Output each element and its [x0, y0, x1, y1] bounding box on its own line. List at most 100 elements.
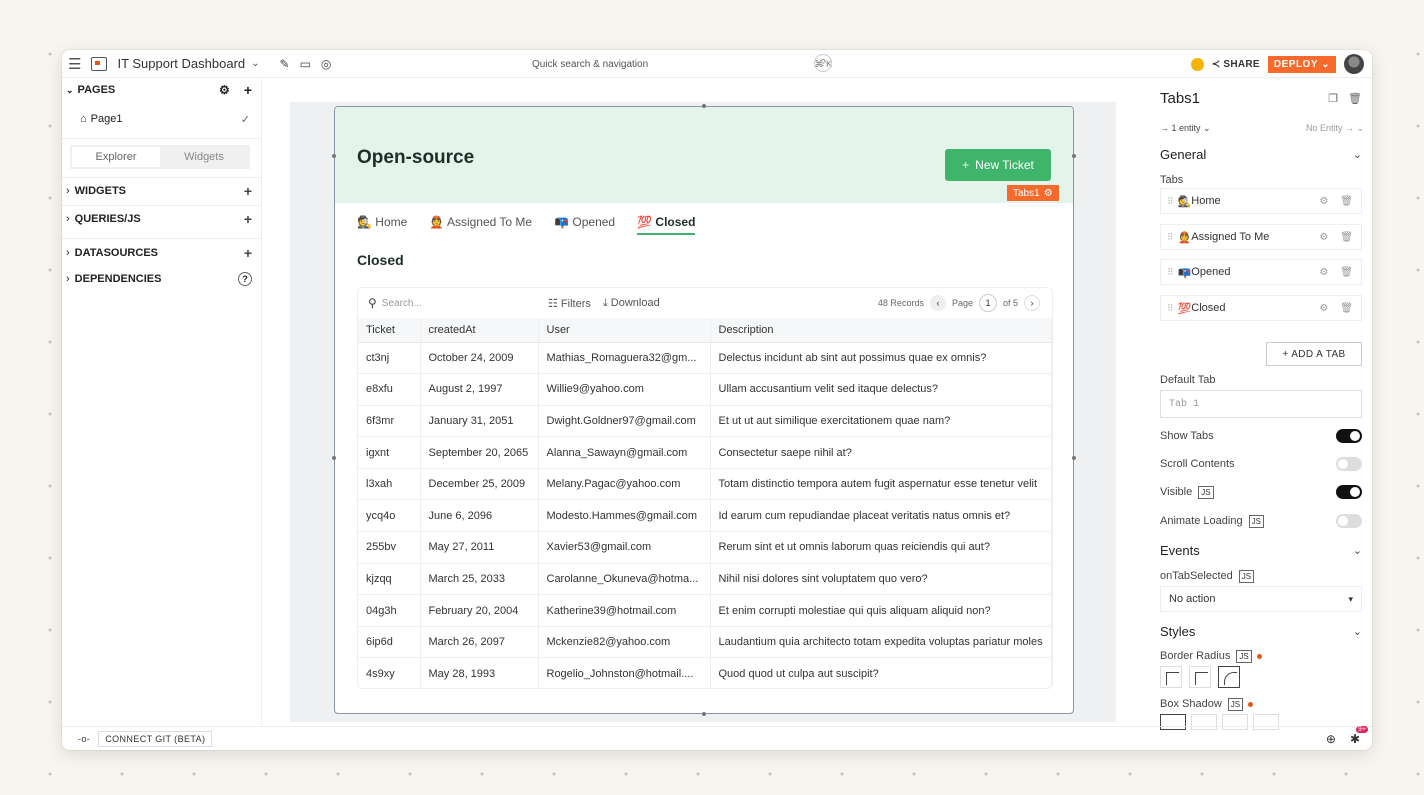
tab-item-home[interactable]: ⠿ 🕵 Home ⚙ 🗑 — [1160, 188, 1362, 214]
settings-icon[interactable]: ⚙ — [219, 83, 230, 97]
help-circle-icon[interactable]: ? — [238, 272, 252, 286]
resize-handle[interactable] — [1072, 456, 1076, 460]
description-cell[interactable]: Rerum sint et ut omnis laborum quas reic… — [710, 531, 1052, 564]
hamburger-menu-icon[interactable]: ☰ — [68, 55, 81, 73]
description-cell[interactable]: Laudantium quia architecto totam expedit… — [710, 626, 1052, 659]
table-row[interactable]: kjzqq March 25, 2033 Carolanne_Okuneva@hot… — [358, 563, 1052, 596]
share-button[interactable]: ≺ SHARE — [1212, 59, 1260, 70]
user-cell[interactable]: Modesto.Hammes@gmail.com — [538, 499, 711, 533]
js-toggle[interactable]: JS — [1236, 650, 1252, 663]
add-datasource-icon[interactable]: + — [244, 245, 252, 261]
preview-eye-icon[interactable]: ◎ — [321, 57, 331, 71]
tab-item-assigned-to-me[interactable]: ⠿ 👲 Assigned To Me ⚙ 🗑 — [1160, 224, 1362, 250]
resize-handle[interactable] — [332, 154, 336, 158]
column-header[interactable]: Ticket — [358, 318, 421, 343]
created-at-cell[interactable]: February 20, 2004 — [420, 594, 539, 627]
table-row[interactable]: l3xah December 25, 2009 Melany.Pagac@yahoo… — [358, 468, 1052, 501]
show-tabs-toggle[interactable] — [1336, 429, 1362, 443]
page-item-page1[interactable]: ⌂ Page1 ✓ — [62, 110, 262, 128]
user-cell[interactable]: Xavier53@gmail.com — [538, 531, 711, 564]
trash-icon[interactable]: 🗑 — [1340, 267, 1353, 278]
table-row[interactable]: ycq4o June 6, 2096 Modesto.Hammes@gmail.co… — [358, 499, 1052, 533]
drag-handle-icon[interactable]: ⠿ — [1167, 196, 1174, 207]
chevron-down-icon[interactable]: ⌄ — [251, 58, 259, 69]
sidebar-section-dependencies[interactable]: › DEPENDENCIES ? — [62, 271, 262, 287]
sidebar-section-widgets[interactable]: › WIDGETS + — [62, 183, 262, 199]
created-at-cell[interactable]: January 31, 2051 — [420, 405, 539, 438]
description-cell[interactable]: Et enim corrupti molestiae qui quis aliq… — [710, 594, 1052, 627]
connect-git-button[interactable]: -o- CONNECT GIT (BETA) — [78, 730, 213, 747]
user-cell[interactable]: Mckenzie82@yahoo.com — [538, 626, 711, 659]
table-search-input[interactable]: ⚲ Search... — [368, 296, 528, 310]
widget-name-title[interactable]: Tabs1 — [1160, 90, 1200, 107]
description-cell[interactable]: Id earum cum repudiandae placeat veritat… — [710, 499, 1052, 533]
events-section-header[interactable]: Events — [1160, 543, 1200, 558]
description-cell[interactable]: Et ut ut aut similique exercitationem qu… — [710, 405, 1052, 438]
resize-handle[interactable] — [702, 104, 706, 108]
tab-assigned-to-me[interactable]: 👲 Assigned To Me — [429, 215, 532, 235]
ticket-cell[interactable]: igxnt — [358, 436, 421, 469]
quick-search-input[interactable]: Quick search & navigation ⌘ K — [532, 55, 832, 73]
prev-page-icon[interactable]: ‹ — [929, 295, 946, 311]
trash-icon[interactable]: 🗑 — [1340, 303, 1353, 314]
radius-rounded-icon[interactable] — [1218, 666, 1241, 688]
add-widget-icon[interactable]: + — [244, 183, 252, 199]
table-row[interactable]: ct3nj October 24, 2009 Mathias_Romaguera32… — [358, 342, 1052, 375]
tab-explorer[interactable]: Explorer — [72, 147, 160, 167]
resize-handle[interactable] — [332, 456, 336, 460]
chevron-down-icon[interactable]: ⌄ — [1353, 625, 1362, 638]
scroll-contents-toggle[interactable] — [1336, 457, 1362, 471]
trash-icon[interactable]: 🗑 — [1340, 232, 1353, 243]
column-header[interactable]: Description — [710, 318, 1052, 343]
tab-item-closed[interactable]: ⠿ 💯 Closed ⚙ 🗑 — [1160, 295, 1362, 321]
add-page-icon[interactable]: + — [244, 82, 252, 98]
sidebar-section-queries[interactable]: › QUERIES/JS + — [62, 211, 262, 227]
entity-link[interactable]: → 1 entity ⌄ — [1160, 123, 1211, 134]
resize-handle[interactable] — [702, 712, 706, 716]
user-cell[interactable]: Dwight.Goldner97@gmail.com — [538, 405, 711, 438]
ticket-cell[interactable]: kjzqq — [358, 563, 421, 596]
chevron-down-icon[interactable]: ⌄ — [1353, 148, 1362, 161]
styles-section-header[interactable]: Styles — [1160, 624, 1195, 639]
chevron-down-icon[interactable]: ⌄ — [1353, 544, 1362, 557]
default-tab-input[interactable]: Tab 1 — [1160, 390, 1362, 418]
tab-closed[interactable]: 💯 Closed — [637, 215, 696, 235]
deploy-button[interactable]: DEPLOY ⌄ — [1267, 55, 1336, 73]
widget-name-tag[interactable]: Tabs1 ⚙ — [1007, 185, 1059, 201]
download-button[interactable]: ⤓ Download — [603, 297, 660, 310]
copy-icon[interactable]: ❐ — [1328, 92, 1338, 105]
page-number-input[interactable]: 1 — [978, 294, 997, 312]
user-cell[interactable]: Katherine39@hotmail.com — [538, 594, 711, 627]
description-cell[interactable]: Totam distinctio tempora autem fugit asp… — [710, 468, 1052, 501]
ticket-cell[interactable]: ct3nj — [358, 342, 421, 375]
radius-medium-icon[interactable] — [1189, 666, 1212, 688]
drag-handle-icon[interactable]: ⠿ — [1167, 267, 1174, 278]
settings-icon[interactable]: ⚙ — [1319, 232, 1328, 243]
ticket-cell[interactable]: l3xah — [358, 468, 421, 501]
drag-handle-icon[interactable]: ⠿ — [1167, 232, 1174, 243]
created-at-cell[interactable]: March 26, 2097 — [420, 626, 539, 659]
user-cell[interactable]: Alanna_Sawayn@gmail.com — [538, 436, 711, 469]
js-toggle[interactable]: JS — [1238, 570, 1255, 583]
user-cell[interactable]: Carolanne_Okuneva@hotma... — [538, 563, 711, 596]
description-cell[interactable]: Delectus incidunt ab sint aut possimus q… — [710, 342, 1052, 375]
ticket-cell[interactable]: 6f3mr — [358, 405, 421, 438]
animate-loading-toggle[interactable] — [1336, 514, 1362, 528]
tab-widgets[interactable]: Widgets — [160, 147, 248, 167]
user-cell[interactable]: Willie9@yahoo.com — [538, 373, 711, 406]
tab-item-opened[interactable]: ⠿ 📭 Opened ⚙ 🗑 — [1160, 259, 1362, 285]
created-at-cell[interactable]: March 25, 2033 — [420, 563, 539, 596]
user-cell[interactable]: Rogelio_Johnston@hotmail.... — [538, 657, 711, 688]
add-tab-button[interactable]: + ADD A TAB — [1266, 342, 1362, 366]
table-row[interactable]: e8xfu August 2, 1997 Willie9@yahoo.com Ulla… — [358, 373, 1052, 406]
settings-icon[interactable]: ⚙ — [1319, 303, 1328, 314]
created-at-cell[interactable]: August 2, 1997 — [420, 373, 539, 406]
ticket-cell[interactable]: 255bv — [358, 531, 421, 564]
drag-handle-icon[interactable]: ⠿ — [1167, 303, 1174, 314]
description-cell[interactable]: Ullam accusantium velit sed itaque delec… — [710, 373, 1052, 406]
new-ticket-button[interactable]: + New Ticket — [945, 149, 1051, 181]
next-page-icon[interactable]: › — [1024, 295, 1040, 311]
ticket-cell[interactable]: 4s9xy — [358, 657, 421, 688]
radius-sharp-icon[interactable] — [1160, 666, 1182, 688]
resize-handle[interactable] — [1072, 154, 1076, 158]
